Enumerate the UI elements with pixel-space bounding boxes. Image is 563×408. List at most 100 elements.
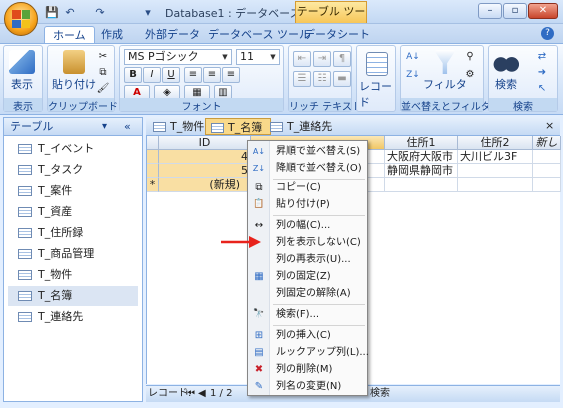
select-all-corner[interactable] bbox=[147, 136, 159, 150]
cell-new[interactable] bbox=[533, 150, 561, 164]
menu-item-sort-asc[interactable]: A↓ 昇順で並べ替え(S) bbox=[248, 143, 367, 160]
copy-icon[interactable]: ⧉ bbox=[94, 66, 112, 82]
table-icon bbox=[153, 122, 166, 132]
cell-address2[interactable] bbox=[458, 164, 533, 178]
cut-icon[interactable]: ✂ bbox=[94, 50, 112, 66]
select-icon[interactable]: ↖ bbox=[533, 82, 551, 98]
tab-create[interactable]: 作成 bbox=[93, 26, 131, 44]
cell-address1[interactable]: 静岡県静岡市 bbox=[385, 164, 458, 178]
nav-item-t-property[interactable]: T_物件 bbox=[8, 265, 138, 285]
column-header-address1[interactable]: 住所1 bbox=[385, 136, 458, 150]
nav-item-t-task[interactable]: T_タスク bbox=[8, 160, 138, 180]
window-title: Database1 : データベース ... bbox=[165, 7, 315, 20]
sort-asc-icon[interactable]: A↓ bbox=[403, 50, 423, 66]
align-center-icon[interactable]: ≡ bbox=[203, 67, 221, 83]
menu-item-copy[interactable]: ⧉ コピー(C) bbox=[248, 179, 367, 196]
font-name-select[interactable]: MS Pゴシック ▼ bbox=[124, 49, 232, 65]
menu-item-unhide-column[interactable]: 列の再表示(U)... bbox=[248, 251, 367, 268]
align-left-icon[interactable]: ≡ bbox=[184, 67, 202, 83]
menu-item-find[interactable]: 🔭 検索(F)... bbox=[248, 306, 367, 323]
doc-tab-t-roster[interactable]: T_名簿 bbox=[205, 118, 272, 135]
menu-item-hide-column[interactable]: 列を表示しない(C) bbox=[248, 234, 367, 251]
menu-item-sort-desc[interactable]: Z↓ 降順で並べ替え(O) bbox=[248, 160, 367, 177]
bullets-icon[interactable]: ☰ bbox=[293, 71, 311, 87]
doc-tab-t-property[interactable]: T_物件 bbox=[148, 118, 212, 135]
find-button[interactable]: 検索 bbox=[493, 50, 519, 92]
menu-item-paste[interactable]: 📋 貼り付け(P) bbox=[248, 196, 367, 213]
direction-icon[interactable]: ¶ bbox=[333, 51, 351, 67]
numbering-icon[interactable]: ☷ bbox=[313, 71, 331, 87]
prev-record-icon[interactable]: ◀ bbox=[198, 386, 206, 402]
advanced-filter-icon[interactable]: ⚙ bbox=[461, 68, 479, 84]
cell-address1[interactable]: 大阪府大阪市 bbox=[385, 150, 458, 164]
format-painter-icon[interactable]: 🖌 bbox=[94, 82, 112, 98]
cell-new[interactable] bbox=[533, 178, 561, 192]
nav-item-t-roster[interactable]: T_名簿 bbox=[8, 286, 138, 306]
nav-item-t-asset[interactable]: T_資産 bbox=[8, 202, 138, 222]
nav-item-t-address[interactable]: T_住所録 bbox=[8, 223, 138, 243]
redo-icon[interactable]: ↷ bbox=[92, 4, 108, 20]
new-row-selector[interactable]: * bbox=[147, 178, 159, 192]
row-selector[interactable] bbox=[147, 150, 159, 164]
menu-item-column-width[interactable]: ↔ 列の幅(C)... bbox=[248, 217, 367, 234]
record-position[interactable]: 1 / 2 bbox=[210, 386, 232, 402]
close-button[interactable]: ✕ bbox=[528, 3, 558, 19]
align-right-icon[interactable]: ≡ bbox=[222, 67, 240, 83]
help-icon[interactable]: ? bbox=[541, 27, 554, 40]
nav-collapse-icon[interactable]: « bbox=[124, 118, 131, 135]
tab-external-data[interactable]: 外部データ bbox=[137, 26, 208, 44]
close-document-icon[interactable]: × bbox=[545, 119, 554, 132]
underline-button[interactable]: U bbox=[162, 67, 180, 83]
selection-filter-icon[interactable]: ⚲ bbox=[461, 50, 479, 66]
save-icon[interactable]: 💾 bbox=[44, 4, 60, 20]
search-box-label[interactable]: 検索 bbox=[370, 386, 390, 402]
table-icon bbox=[270, 122, 283, 132]
cell-address2[interactable]: 大川ビル3F bbox=[458, 150, 533, 164]
nav-item-t-product[interactable]: T_商品管理 bbox=[8, 244, 138, 264]
nav-dropdown-icon[interactable]: ▾ bbox=[102, 118, 107, 135]
tab-datasheet[interactable]: データシート bbox=[296, 26, 378, 44]
doc-tab-t-contact[interactable]: T_連絡先 bbox=[265, 118, 340, 135]
tab-home[interactable]: ホーム bbox=[44, 26, 95, 44]
lookup-column-icon: ▤ bbox=[254, 347, 264, 358]
indent-increase-icon[interactable]: ⇥ bbox=[313, 51, 331, 67]
sort-desc-icon[interactable]: Z↓ bbox=[403, 68, 423, 84]
undo-icon[interactable]: ↶ bbox=[62, 4, 78, 20]
menu-item-insert-column[interactable]: ⊞ 列の挿入(C) bbox=[248, 327, 367, 344]
nav-item-t-deal[interactable]: T_案件 bbox=[8, 181, 138, 201]
bold-button[interactable]: B bbox=[124, 67, 142, 83]
goto-icon[interactable]: ➜ bbox=[533, 66, 551, 82]
cell-id[interactable]: 5 bbox=[159, 164, 251, 178]
column-header-new[interactable]: 新し bbox=[533, 136, 561, 150]
nav-pane-header[interactable]: テーブル ▾ « bbox=[4, 118, 142, 136]
menu-item-unfreeze-all[interactable]: 列固定の解除(A) bbox=[248, 285, 367, 302]
column-header-address2[interactable]: 住所2 bbox=[458, 136, 533, 150]
menu-item-rename-column[interactable]: ✎ 列名の変更(N) bbox=[248, 378, 367, 395]
qat-dropdown-icon[interactable]: ▾ bbox=[140, 4, 156, 20]
cell-address1[interactable] bbox=[385, 178, 458, 192]
first-record-icon[interactable]: ⏮ bbox=[186, 386, 195, 402]
menu-item-delete-column[interactable]: ✖ 列の削除(M) bbox=[248, 361, 367, 378]
indent-decrease-icon[interactable]: ⇤ bbox=[293, 51, 311, 67]
view-button[interactable]: 表示 bbox=[9, 50, 35, 92]
font-size-select[interactable]: 11 ▼ bbox=[236, 49, 280, 65]
minimize-button[interactable]: – bbox=[478, 3, 502, 19]
paste-button[interactable]: 貼り付け bbox=[52, 50, 96, 92]
menu-item-freeze-column[interactable]: ▦ 列の固定(Z) bbox=[248, 268, 367, 285]
chevron-down-icon: ▼ bbox=[270, 53, 276, 61]
row-selector[interactable] bbox=[147, 164, 159, 178]
cell-new-record[interactable]: (新規) bbox=[159, 178, 251, 192]
highlight-icon[interactable]: ▬ bbox=[333, 71, 351, 87]
cell-id[interactable]: 4 bbox=[159, 150, 251, 164]
cell-address2[interactable] bbox=[458, 178, 533, 192]
records-button[interactable]: レコード bbox=[359, 52, 395, 110]
column-header-id[interactable]: ID bbox=[159, 136, 251, 150]
menu-item-lookup-column[interactable]: ▤ ルックアップ列(L)... bbox=[248, 344, 369, 361]
replace-icon[interactable]: ⇄ bbox=[533, 50, 551, 66]
cell-new[interactable] bbox=[533, 164, 561, 178]
nav-item-t-event[interactable]: T_イベント bbox=[8, 139, 138, 159]
nav-item-t-contact[interactable]: T_連絡先 bbox=[8, 307, 138, 327]
office-button[interactable] bbox=[4, 2, 38, 36]
restore-button[interactable]: ▫ bbox=[503, 3, 527, 19]
italic-button[interactable]: I bbox=[143, 67, 161, 83]
